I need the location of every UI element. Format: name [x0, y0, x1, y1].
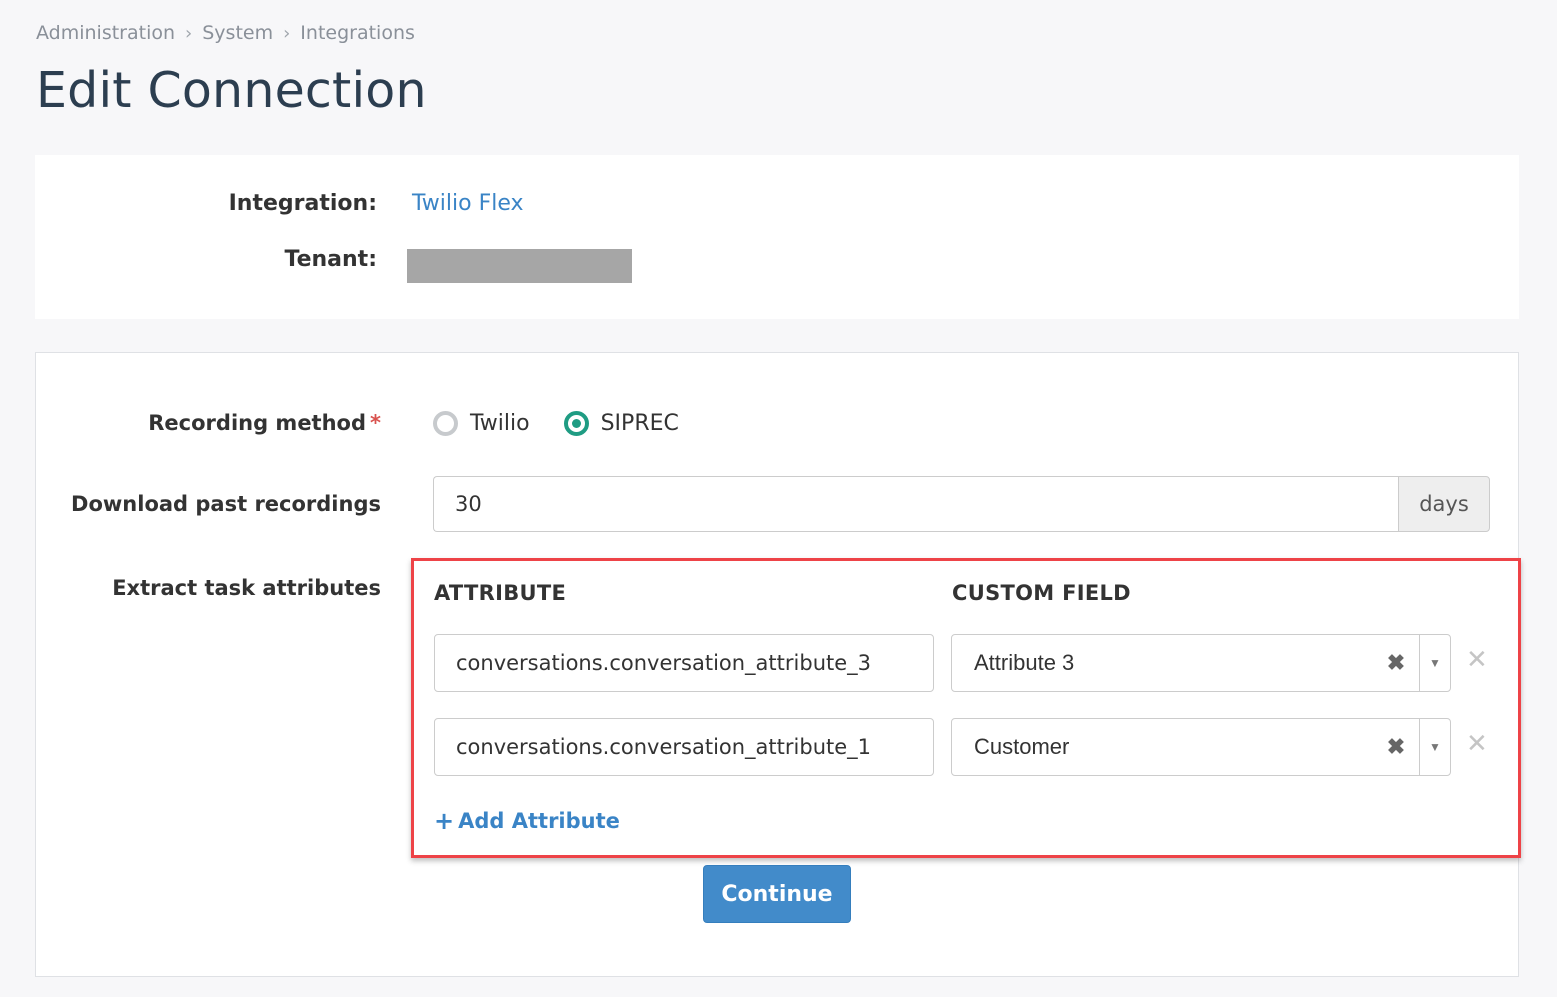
breadcrumb: Administration › System › Integrations — [36, 22, 415, 44]
attribute-input-1[interactable] — [434, 634, 934, 692]
connection-form: Recording method * Twilio SIPREC Download… — [35, 352, 1521, 977]
clear-icon[interactable]: ✖ — [1373, 734, 1419, 760]
download-past-days-input[interactable] — [433, 476, 1398, 532]
add-attribute-label: Add Attribute — [458, 809, 620, 833]
download-past-recordings-label: Download past recordings — [71, 492, 381, 516]
add-attribute-link[interactable]: + Add Attribute — [434, 807, 620, 835]
attribute-mapping-section: ATTRIBUTE CUSTOM FIELD Attribute 3 ✖ ▼ ✕… — [411, 558, 1521, 858]
breadcrumb-system[interactable]: System — [202, 22, 273, 44]
download-past-input-group: days — [433, 476, 1490, 532]
radio-twilio-label: Twilio — [470, 411, 530, 436]
attribute-column-header: ATTRIBUTE — [434, 581, 567, 605]
radio-unchecked-icon[interactable] — [433, 411, 458, 436]
extract-task-attributes-label: Extract task attributes — [112, 576, 381, 600]
breadcrumb-integrations[interactable]: Integrations — [300, 22, 415, 44]
clear-icon[interactable]: ✖ — [1373, 650, 1419, 676]
integration-label: Integration: — [228, 191, 377, 216]
radio-twilio[interactable]: Twilio — [433, 411, 530, 436]
tenant-value-redacted — [407, 249, 632, 283]
recording-method-label-text: Recording method — [148, 411, 367, 435]
tenant-label: Tenant: — [284, 247, 378, 272]
remove-row-icon[interactable]: ✕ — [1466, 729, 1488, 759]
recording-method-radio-group: Twilio SIPREC — [433, 411, 701, 436]
connection-info-panel: Integration: Twilio Flex Tenant: — [35, 155, 1519, 319]
chevron-right-icon: › — [283, 22, 291, 44]
custom-field-select-value: Attribute 3 — [974, 650, 1075, 675]
dropdown-arrow-icon[interactable]: ▼ — [1419, 719, 1450, 775]
chevron-right-icon: › — [185, 22, 193, 44]
continue-button[interactable]: Continue — [703, 865, 851, 923]
remove-row-icon[interactable]: ✕ — [1466, 645, 1488, 675]
radio-siprec-label: SIPREC — [600, 411, 679, 436]
breadcrumb-administration[interactable]: Administration — [36, 22, 175, 44]
radio-siprec[interactable]: SIPREC — [563, 411, 679, 436]
custom-field-select-2[interactable]: Customer ✖ ▼ — [951, 718, 1451, 776]
dropdown-arrow-icon[interactable]: ▼ — [1419, 635, 1450, 691]
radio-checked-icon[interactable] — [563, 411, 589, 436]
custom-field-select-1[interactable]: Attribute 3 ✖ ▼ — [951, 634, 1451, 692]
days-addon: days — [1398, 476, 1490, 532]
custom-field-select-value: Customer — [974, 734, 1070, 759]
integration-link[interactable]: Twilio Flex — [412, 191, 524, 216]
recording-method-label: Recording method * — [148, 411, 381, 435]
page-title: Edit Connection — [36, 62, 427, 119]
attribute-input-2[interactable] — [434, 718, 934, 776]
required-marker: * — [370, 411, 381, 435]
plus-icon: + — [434, 807, 455, 835]
custom-field-column-header: CUSTOM FIELD — [952, 581, 1131, 605]
